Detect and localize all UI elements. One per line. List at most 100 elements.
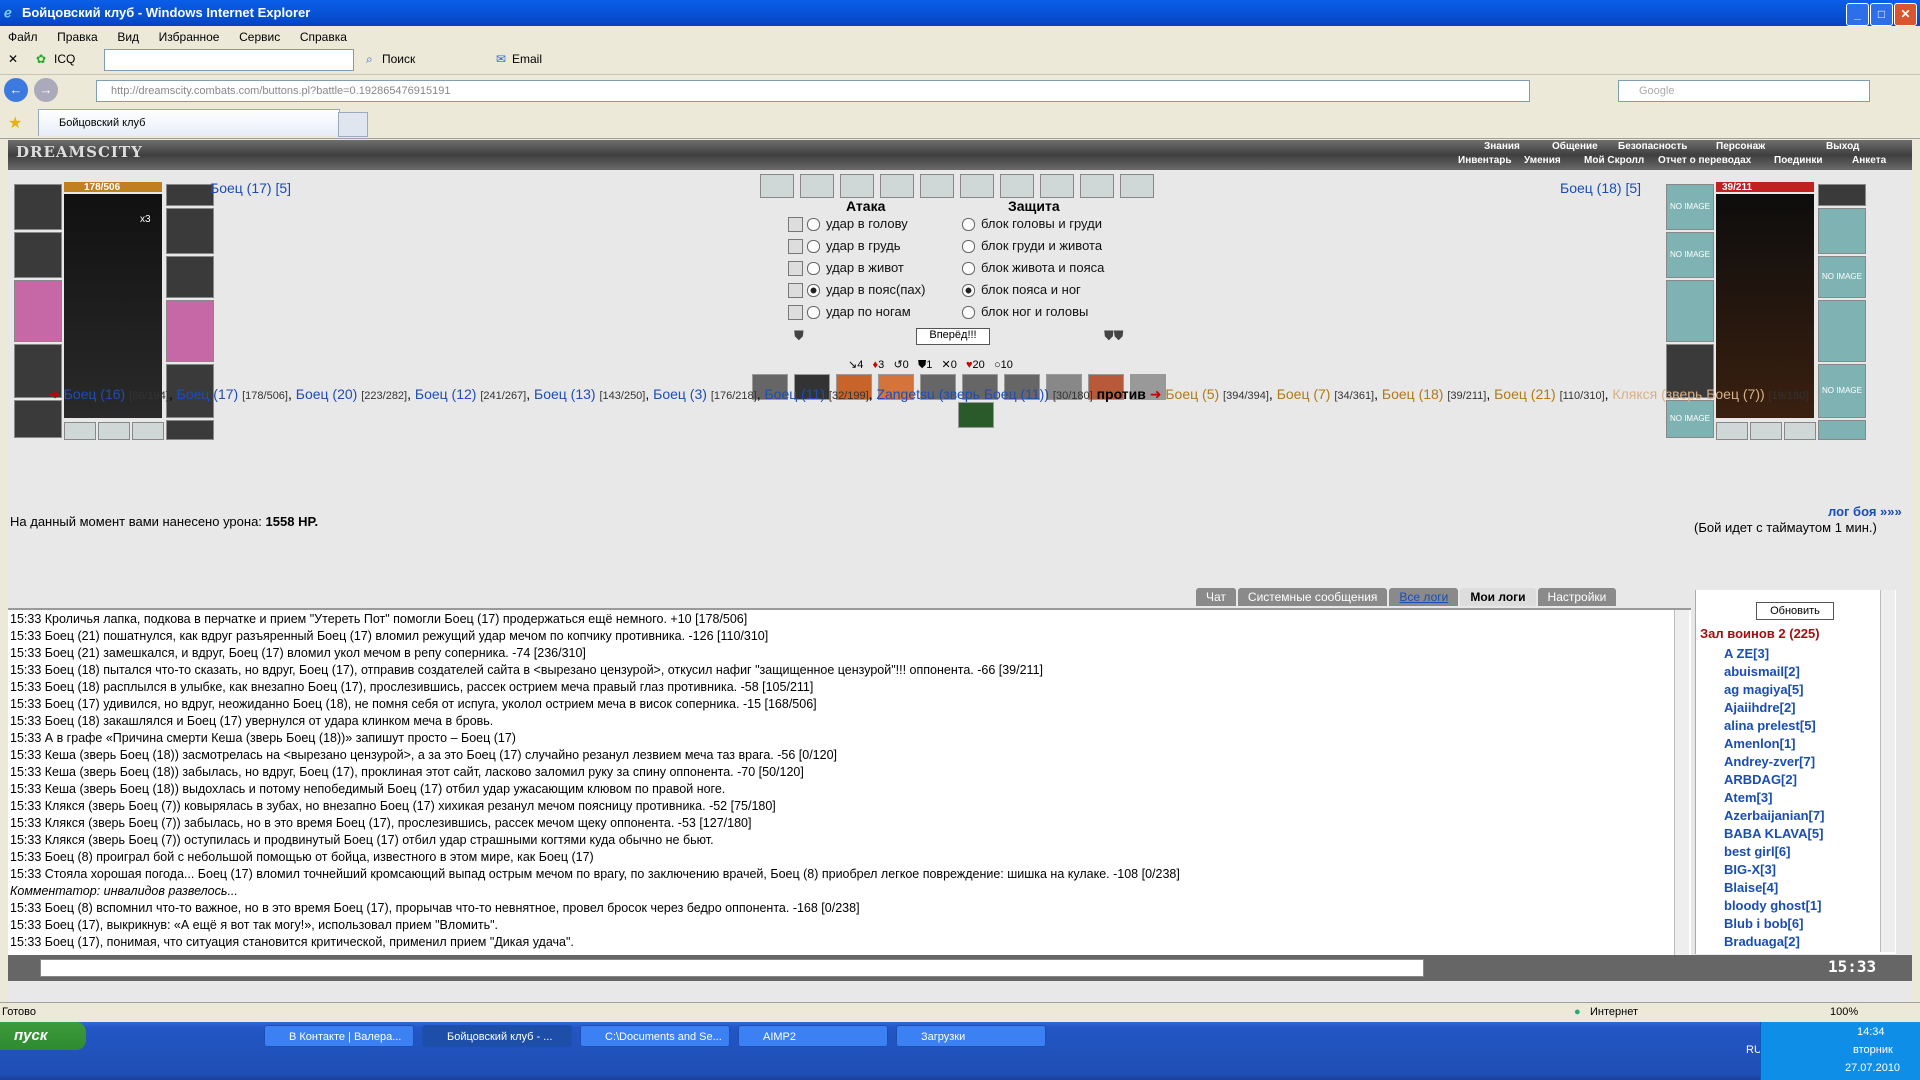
room-user[interactable]: Amenlon[1] [1724, 736, 1796, 751]
menu-edit[interactable]: Правка [49, 26, 106, 44]
team1-fighter[interactable]: Боец (16) [64, 386, 126, 402]
attack-option-belly[interactable]: удар в живот [788, 260, 904, 277]
room-user[interactable]: bloody ghost[1] [1724, 898, 1822, 913]
defense-option-5[interactable]: блок ног и головы [962, 304, 1088, 320]
attack-option-legs[interactable]: удар по ногам [788, 304, 911, 321]
attack-radio[interactable] [807, 262, 820, 276]
menu-view[interactable]: Вид [109, 26, 147, 44]
enemy-slot-belt[interactable]: NO IMAGE [1666, 400, 1714, 438]
task-aimp[interactable]: AIMP2 [738, 1025, 888, 1047]
google-search-field[interactable]: Google [1618, 80, 1870, 102]
nav-profile[interactable]: Анкета [1852, 155, 1886, 166]
task-fightclub[interactable]: Бойцовский клуб - ... [422, 1025, 572, 1047]
refresh-button[interactable]: Обновить [1756, 602, 1834, 620]
player-name[interactable]: Боец (17) [5] [210, 180, 291, 196]
room-user[interactable]: Braduaga[2] [1724, 934, 1800, 949]
battle-log-link[interactable]: лог боя »»» [1828, 504, 1902, 519]
room-scrollbar[interactable] [1880, 590, 1895, 952]
enemy-slot-amulet[interactable] [1818, 208, 1866, 254]
attack-radio[interactable] [807, 218, 820, 232]
slot-ring-2[interactable] [98, 422, 130, 440]
room-user[interactable]: Azerbaijanian[7] [1724, 808, 1824, 823]
minimize-button[interactable]: _ [1846, 3, 1869, 26]
team1-fighter[interactable]: Боец (12) [415, 386, 477, 402]
nav-transfers[interactable]: Отчет о переводах [1658, 155, 1751, 166]
tab-my-logs[interactable]: Мои логи [1460, 588, 1536, 606]
slot-amulet[interactable] [166, 208, 214, 254]
scroll-slot[interactable] [920, 174, 954, 198]
attack-checkbox[interactable] [788, 305, 803, 321]
defense-option-1[interactable]: блок головы и груди [962, 216, 1102, 232]
team2-fighter[interactable]: Боец (5) [1165, 386, 1219, 402]
attack-radio[interactable] [807, 240, 820, 254]
scroll-slot[interactable] [800, 174, 834, 198]
slot-ring-3[interactable] [132, 422, 164, 440]
attack-checkbox[interactable] [788, 239, 803, 255]
start-button[interactable]: пуск [0, 1022, 86, 1050]
forward-button[interactable]: → [34, 78, 58, 102]
team1-fighter[interactable]: Боец (11) [764, 386, 825, 402]
forward-fight-button[interactable]: Вперёд!!! [916, 328, 990, 345]
room-user[interactable]: Blub i bob[6] [1724, 916, 1803, 931]
room-user[interactable]: Atem[3] [1724, 790, 1772, 805]
room-user[interactable]: abuismail[2] [1724, 664, 1800, 679]
log-scrollbar[interactable] [1674, 610, 1689, 956]
nav-skills[interactable]: Умения [1524, 155, 1561, 166]
nav-inventory[interactable]: Инвентарь [1458, 155, 1512, 166]
task-explorer[interactable]: C:\Documents and Se... [580, 1025, 730, 1047]
team2-fighter[interactable]: Боец (18) [1382, 386, 1444, 402]
scroll-slot[interactable] [1000, 174, 1034, 198]
menu-help[interactable]: Справка [292, 26, 355, 44]
enemy-slot-gloves[interactable]: NO IMAGE [1666, 232, 1714, 278]
tab-chat[interactable]: Чат [1196, 588, 1236, 606]
back-button[interactable]: ← [4, 78, 28, 102]
attack-option-head[interactable]: удар в голову [788, 216, 908, 233]
url-field[interactable]: http://dreamscity.combats.com/buttons.pl… [96, 80, 1530, 102]
skill-icon[interactable] [958, 402, 994, 428]
tab-settings[interactable]: Настройки [1537, 588, 1617, 606]
defense-radio[interactable] [962, 218, 975, 232]
menu-file[interactable]: Файл [0, 26, 46, 44]
enemy-slot-weapon-left[interactable] [1666, 280, 1714, 342]
team1-fighter[interactable]: Боец (13) [534, 386, 596, 402]
enemy-slot-boots[interactable] [1818, 420, 1866, 440]
tray-time[interactable]: 14:34 [1857, 1026, 1885, 1038]
defense-radio-selected[interactable] [962, 284, 975, 298]
team1-fighter[interactable]: Боец (17) [177, 386, 239, 402]
attack-radio[interactable] [807, 306, 820, 320]
task-downloads[interactable]: Загрузки [896, 1025, 1046, 1047]
enemy-slot-ring-2[interactable] [1750, 422, 1782, 440]
zoom-level[interactable]: 100% [1830, 1006, 1858, 1018]
tab-system[interactable]: Системные сообщения [1237, 588, 1388, 606]
new-tab-button[interactable] [338, 112, 368, 137]
defense-option-2[interactable]: блок груди и живота [962, 238, 1102, 254]
slot-gloves[interactable] [14, 232, 62, 278]
team2-fighter[interactable]: Боец (7) [1277, 386, 1331, 402]
maximize-button[interactable]: □ [1870, 3, 1893, 26]
enemy-slot-ring-3[interactable] [1784, 422, 1816, 440]
nav-character[interactable]: Персонаж [1716, 141, 1765, 152]
nav-scroll[interactable]: Мой Скролл [1584, 155, 1644, 166]
defense-option-4[interactable]: блок пояса и ног [962, 282, 1081, 298]
close-toolbar-icon[interactable]: ✕ [8, 52, 18, 66]
attack-option-waist[interactable]: удар в пояс(пах) [788, 282, 925, 299]
scroll-slot[interactable] [1040, 174, 1074, 198]
team1-fighter[interactable]: Боец (3) [653, 386, 707, 402]
scroll-slot[interactable] [840, 174, 874, 198]
close-button[interactable]: ✕ [1894, 3, 1917, 26]
menu-favorites[interactable]: Избранное [151, 26, 228, 44]
room-user[interactable]: alina prelest[5] [1724, 718, 1816, 733]
attack-option-chest[interactable]: удар в грудь [788, 238, 901, 255]
enemy-slot-bracers[interactable]: NO IMAGE [1818, 256, 1866, 298]
enemy-name[interactable]: Боец (18) [5] [1560, 180, 1641, 196]
task-vkontakte[interactable]: В Контакте | Валера... [264, 1025, 414, 1047]
team1-fighter[interactable]: Боец (20) [296, 386, 358, 402]
nav-social[interactable]: Общение [1552, 141, 1598, 152]
slot-ring-1[interactable] [64, 422, 96, 440]
slot-helmet[interactable] [14, 184, 62, 230]
room-user[interactable]: ag magiya[5] [1724, 682, 1803, 697]
slot-bracers[interactable] [166, 256, 214, 298]
tab-all-logs[interactable]: Все логи [1389, 588, 1459, 606]
slot-boots[interactable] [166, 420, 214, 440]
room-user[interactable]: BIG-X[3] [1724, 862, 1776, 877]
